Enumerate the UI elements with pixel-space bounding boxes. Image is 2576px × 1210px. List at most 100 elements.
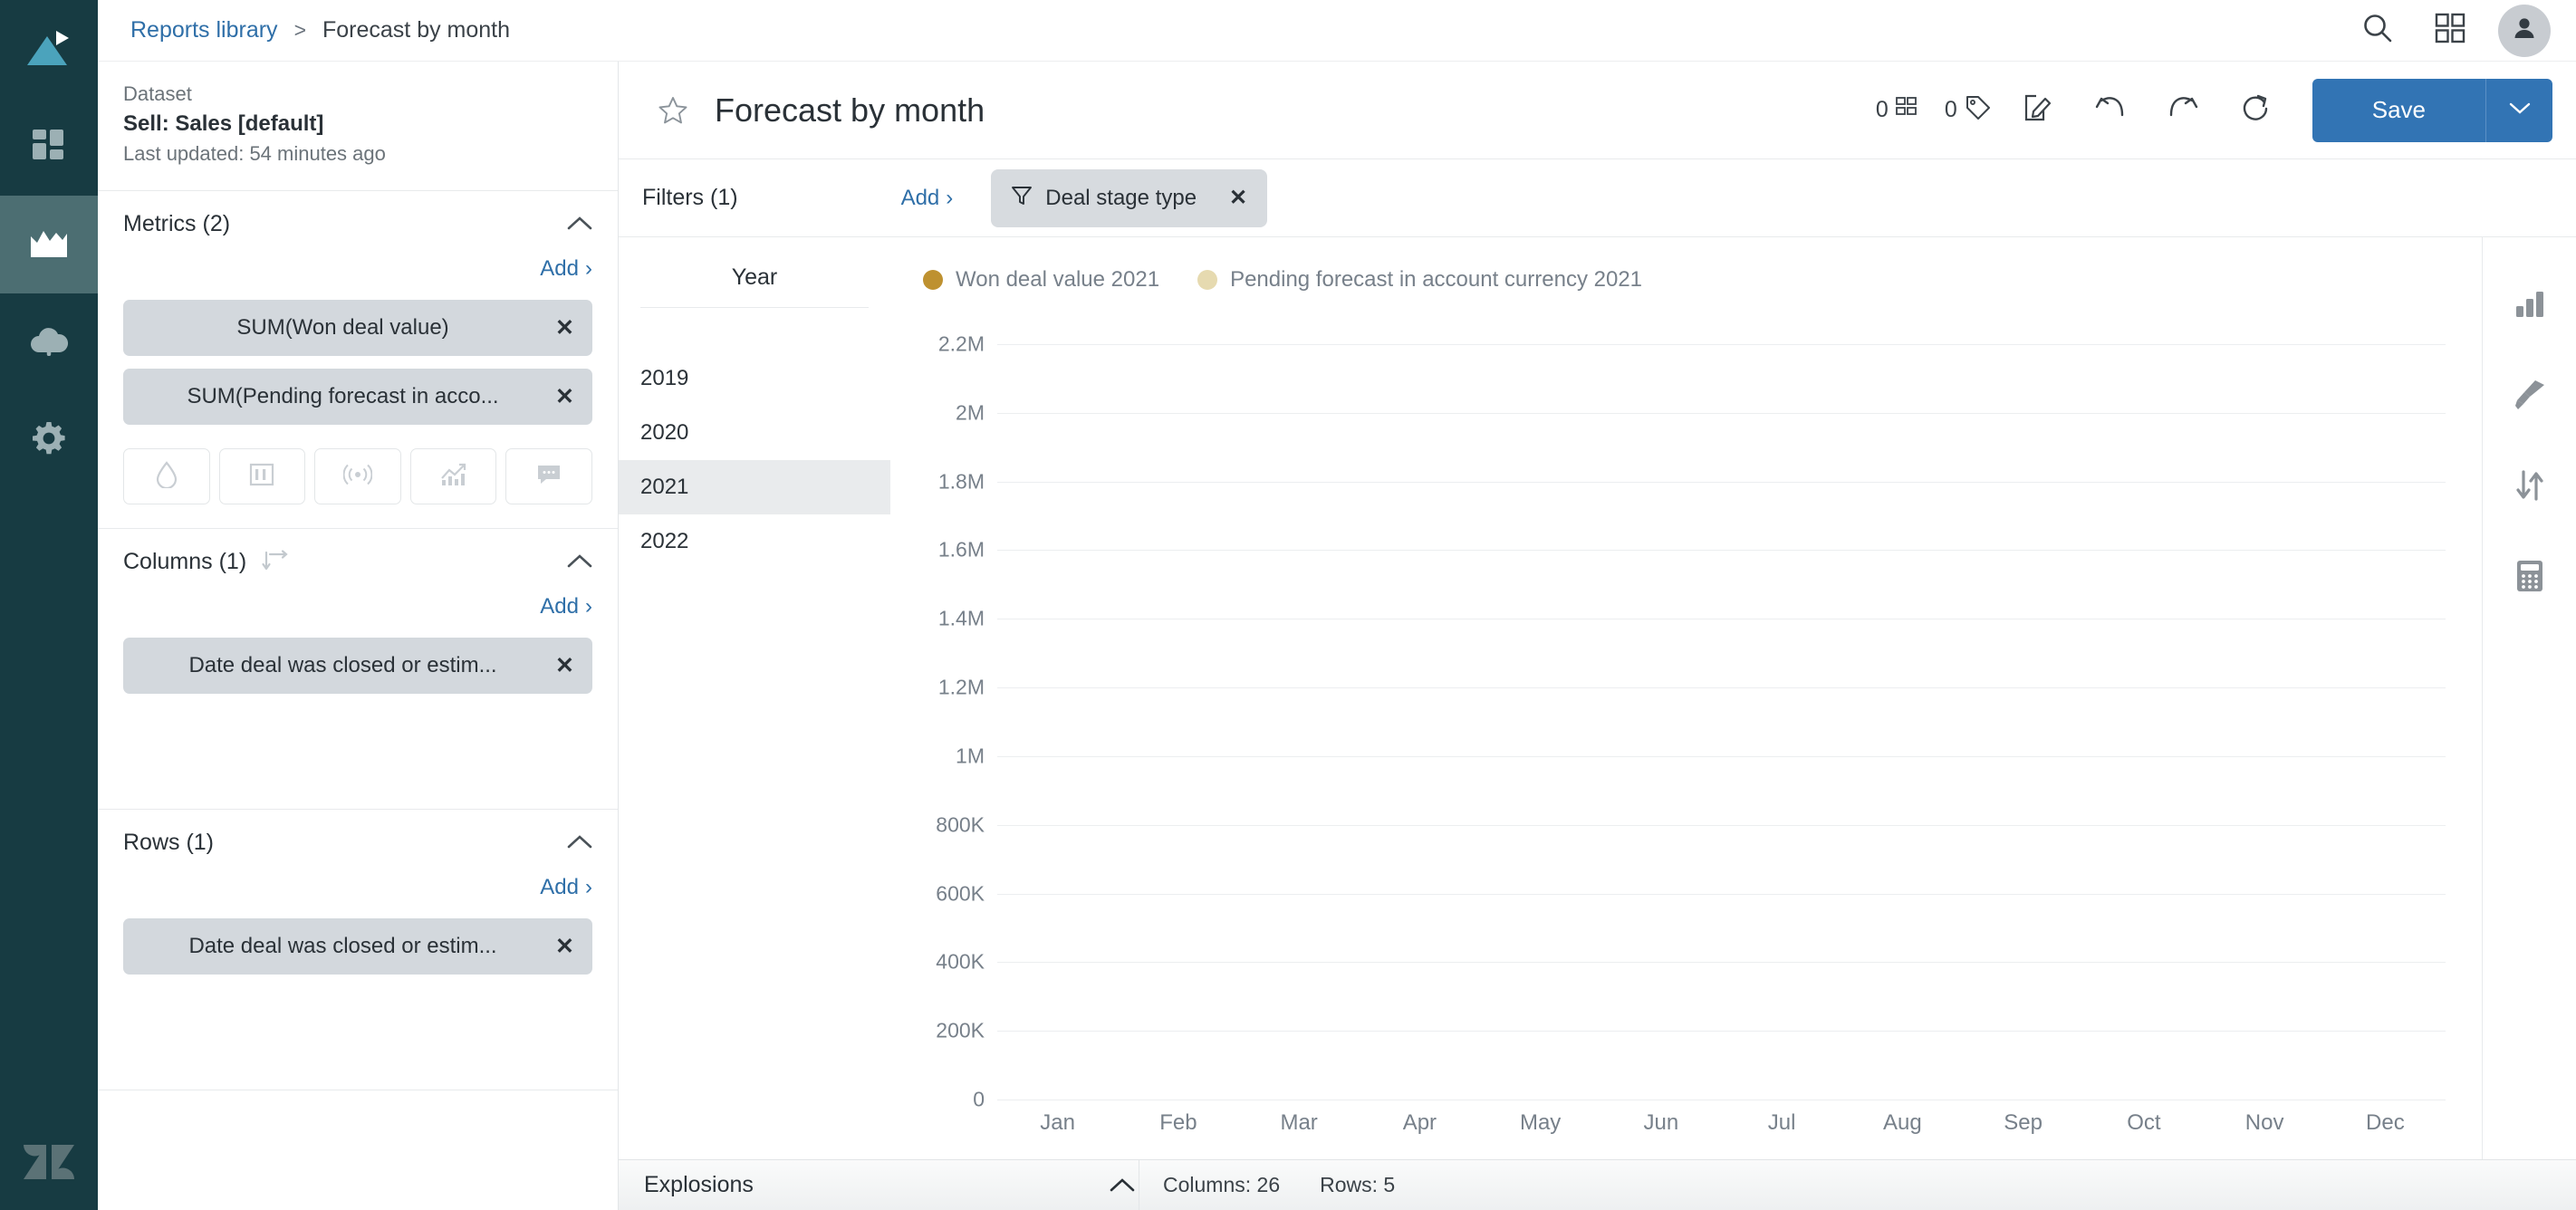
y-axis-tick: 1.4M [938,607,985,631]
filter-chip-deal-stage-type[interactable]: Deal stage type ✕ [991,169,1267,227]
year-row-2022[interactable]: 2022 [619,514,890,569]
grid-line [997,550,2446,551]
y-axis-tick: 2.2M [938,331,985,356]
grid-line [997,894,2446,895]
sidebar-item-dashboards[interactable] [0,98,98,196]
section-columns-title: Columns (1) [123,549,246,575]
close-icon[interactable]: ✕ [544,383,574,410]
metric-pill-pending-forecast[interactable]: SUM(Pending forecast in acco... ✕ [123,369,592,425]
filter-chip-label: Deal stage type [1045,186,1197,211]
funnel-icon [1011,185,1033,211]
chart-type-button[interactable] [2483,261,2576,351]
y-axis-tick: 1.2M [938,676,985,700]
year-row-2020[interactable]: 2020 [619,406,890,460]
close-icon[interactable]: ✕ [1229,185,1247,211]
bar-chart-icon [2514,290,2545,323]
tablo-logo[interactable] [0,0,98,98]
columns-add-label: Add [540,594,579,619]
refresh-button[interactable] [2229,84,2282,137]
rows-add-link[interactable]: Add› [540,875,592,900]
legend-item-won-deal-value[interactable]: Won deal value 2021 [923,267,1159,293]
section-metrics-header[interactable]: Metrics (2) [123,191,592,256]
metric-tool-comment[interactable] [505,448,592,504]
x-axis-label: Nov [2205,1100,2325,1159]
comment-icon [535,463,562,491]
dashboard-count[interactable]: 0 [1876,97,1918,123]
grid-dashboard-icon [31,127,67,168]
grid-line [997,413,2446,414]
chevron-up-icon[interactable] [567,216,592,232]
metric-tool-droplet[interactable] [123,448,210,504]
year-column-header: Year [640,250,869,308]
sidebar-item-uploads[interactable] [0,293,98,391]
close-icon[interactable]: ✕ [544,933,574,960]
chevron-up-icon[interactable] [567,834,592,850]
search-button[interactable] [2351,5,2404,57]
sidebar-item-reports[interactable] [0,196,98,293]
tag-count[interactable]: 0 [1945,94,1992,126]
chart-plot: 0200K400K600K800K1M1.2M1.4M1.6M1.8M2M2.2… [890,310,2482,1100]
signal-broadcast-icon [343,463,372,491]
legend-swatch [1197,270,1217,290]
y-axis-tick: 1.8M [938,469,985,494]
status-counts: Columns: 26 Rows: 5 [1139,1160,2576,1210]
grid-apps-icon [2435,13,2465,48]
metric-tool-broadcast[interactable] [314,448,401,504]
bar-group [1600,310,1721,1100]
user-avatar-icon [2511,14,2538,46]
report-header: Forecast by month 0 [619,62,2576,159]
breadcrumb-reports-library[interactable]: Reports library [130,17,278,43]
section-columns-header[interactable]: Columns (1) [123,529,592,594]
chevron-up-icon[interactable] [1110,1177,1135,1194]
top-bar: Reports library > Forecast by month [98,0,2576,62]
columns-add-link[interactable]: Add› [540,594,592,619]
y-axis-tick: 0 [973,1088,985,1112]
bar-group [1360,310,1480,1100]
explosions-section-header[interactable]: Explosions [619,1160,1139,1210]
redo-button[interactable] [2157,84,2209,137]
filters-add-link[interactable]: Add› [901,186,954,211]
dataset-card[interactable]: Dataset Sell: Sales [default] Last updat… [98,62,618,191]
formatting-button[interactable] [2483,351,2576,442]
metric-pill-won-deal-value[interactable]: SUM(Won deal value) ✕ [123,300,592,356]
close-icon[interactable]: ✕ [544,652,574,679]
section-rows-header[interactable]: Rows (1) [123,810,592,875]
year-row-2021[interactable]: 2021 [619,460,890,514]
year-row-2019[interactable]: 2019 [619,351,890,406]
legend-item-pending-forecast[interactable]: Pending forecast in account currency 202… [1197,267,1642,293]
grid-line [997,756,2446,757]
metric-pill-label: SUM(Pending forecast in acco... [141,384,544,409]
calculations-button[interactable] [2483,533,2576,623]
undo-button[interactable] [2084,84,2137,137]
save-dropdown-button[interactable] [2485,79,2552,142]
close-icon[interactable]: ✕ [544,314,574,341]
save-button[interactable]: Save [2312,79,2485,142]
columns-count: Columns: 26 [1163,1173,1280,1197]
metric-tool-column-width[interactable] [219,448,306,504]
edit-button[interactable] [2012,84,2064,137]
breadcrumb-separator: > [294,18,306,43]
metrics-add-link[interactable]: Add› [540,256,592,282]
chevron-up-icon[interactable] [567,553,592,570]
swap-arrows-icon[interactable] [261,549,288,574]
metric-tool-trend[interactable] [410,448,497,504]
column-pill-label: Date deal was closed or estim... [141,653,544,678]
bar-group [1963,310,2083,1100]
column-pill-date-deal-closed[interactable]: Date deal was closed or estim... ✕ [123,638,592,694]
calculator-icon [2516,560,2543,597]
explosions-label: Explosions [644,1172,754,1198]
sorting-button[interactable] [2483,442,2576,533]
sidebar-item-settings[interactable] [0,391,98,489]
star-outline-icon[interactable] [649,87,697,134]
dataset-last-updated: Last updated: 54 minutes ago [123,139,592,168]
chart-y-axis: 0200K400K600K800K1M1.2M1.4M1.6M1.8M2M2.2… [890,310,997,1100]
chevron-right-icon: › [946,186,953,210]
avatar[interactable] [2498,5,2551,57]
chart-tool-rail [2482,237,2576,1159]
save-button-label: Save [2372,96,2426,124]
apps-button[interactable] [2424,5,2476,57]
edit-square-icon [2023,93,2052,127]
columns-add-row: Add› [123,594,592,625]
chart-bars [997,310,2446,1100]
row-pill-date-deal-closed[interactable]: Date deal was closed or estim... ✕ [123,918,592,975]
